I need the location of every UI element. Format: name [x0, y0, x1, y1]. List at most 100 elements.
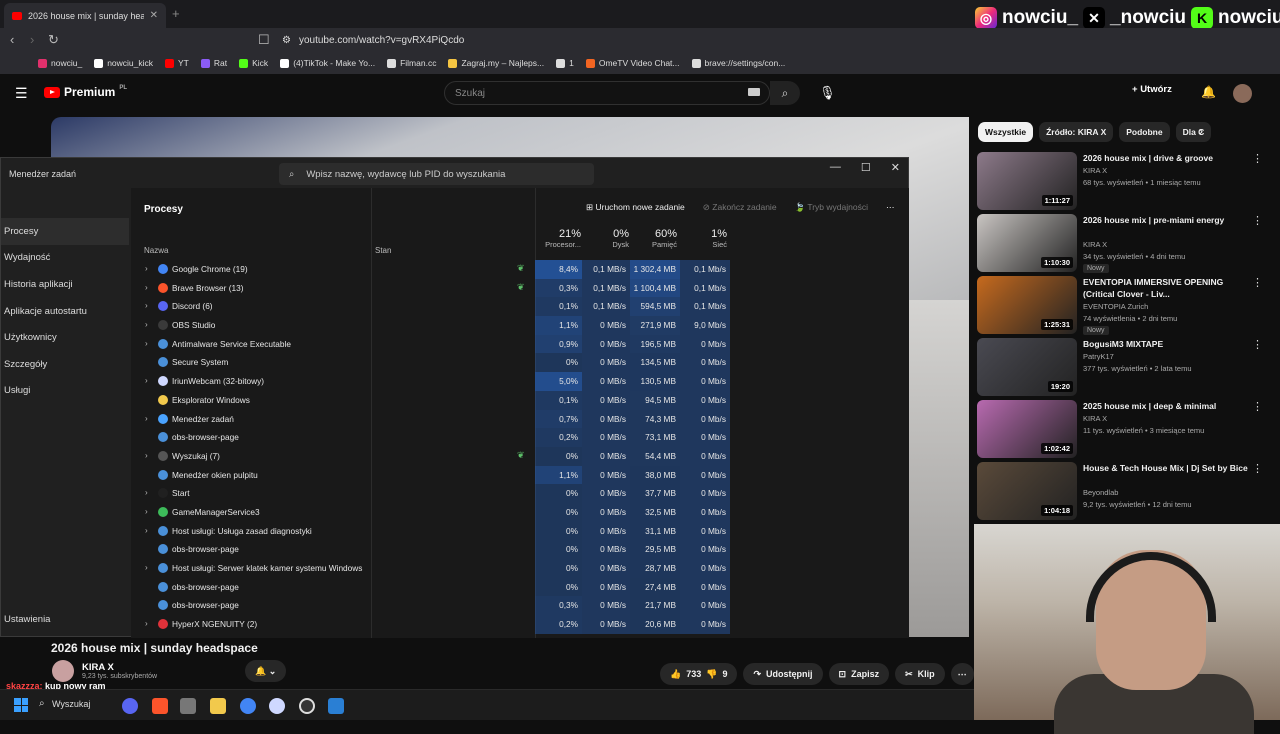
maximize-icon[interactable]: ☐ [861, 161, 871, 174]
windows-start-icon[interactable] [14, 698, 28, 712]
webcam-taskbar-icon[interactable] [269, 698, 285, 714]
process-row[interactable]: obs-browser-page 0,2% 0 MB/s 73,1 MB 0 Mb/s [131, 428, 909, 447]
bookmark-item[interactable]: nowciu_kick [94, 58, 153, 68]
notifications-icon[interactable]: 🔔 [1201, 85, 1216, 99]
nav-item[interactable]: Użytkownicy [1, 324, 129, 351]
column-disk[interactable]: 0% Dysk [583, 228, 629, 249]
like-icon[interactable]: 👍 [670, 669, 681, 680]
active-app-taskbar-icon[interactable] [328, 698, 344, 714]
menu-icon[interactable]: ☰ [15, 85, 28, 102]
bookmark-item[interactable]: OmeTV Video Chat... [585, 58, 680, 68]
process-row[interactable]: › IriunWebcam (32-bitowy) 5,0% 0 MB/s 130,5 … [131, 372, 909, 391]
recommended-video-title[interactable]: EVENTOPIA IMMERSIVE OPENING (Critical Cl… [1083, 276, 1253, 300]
efficiency-mode-button[interactable]: 🍃 Tryb wydajności [795, 202, 868, 213]
process-row[interactable]: › Host usługi: Serwer klatek kamer system… [131, 559, 909, 578]
reload-icon[interactable]: ↻ [48, 32, 59, 48]
process-row[interactable]: › Menedżer zadań 0,7% 0 MB/s 74,3 MB 0 Mb/s [131, 409, 909, 429]
recommended-video[interactable]: 1:25:31 EVENTOPIA IMMERSIVE OPENING (Crit… [977, 276, 1267, 336]
process-row[interactable]: › Wyszukaj (7) ❦ 0% 0 MB/s 54,4 MB 0 Mb/s [131, 446, 909, 466]
recommended-video-title[interactable]: 2025 house mix | deep & minimal [1083, 400, 1253, 412]
notification-bell-button[interactable]: 🔔 ⌄ [245, 660, 287, 682]
more-options-icon[interactable]: ⋮ [1252, 214, 1263, 227]
expand-chevron-icon[interactable]: › [145, 563, 148, 572]
recommended-video[interactable]: 19:20 BogusiM3 MIXTAPE PatryK17 377 tys. wy… [977, 338, 1267, 398]
filter-chip[interactable]: Źródło: KIRA X [1039, 122, 1114, 142]
channel-avatar[interactable] [52, 660, 74, 682]
share-button[interactable]: ↷ Udostępnij [743, 663, 823, 685]
expand-chevron-icon[interactable]: › [145, 283, 148, 292]
more-options-icon[interactable]: ⋮ [1252, 400, 1263, 413]
recommended-channel[interactable]: KIRA X [1083, 240, 1107, 249]
recommended-video[interactable]: 1:10:30 2026 house mix | pre-miami energy… [977, 214, 1267, 274]
process-row[interactable]: › Google Chrome (19) ❦ 8,4% 0,1 MB/s 1 302,4 … [131, 260, 909, 279]
dislike-icon[interactable]: 👎 [706, 669, 717, 680]
minimize-icon[interactable]: — [830, 161, 841, 174]
obs-taskbar-icon[interactable] [299, 698, 315, 714]
new-tab-icon[interactable]: + [172, 6, 180, 21]
expand-chevron-icon[interactable]: › [145, 619, 148, 628]
clip-button[interactable]: ✂ Klip [895, 663, 945, 685]
nav-item[interactable]: Wydajność [1, 245, 129, 272]
forward-icon[interactable]: › [30, 32, 34, 47]
more-actions-icon[interactable]: ⋯ [950, 663, 974, 685]
new-task-button[interactable]: ⊞ Uruchom nowe zadanie [586, 202, 685, 213]
recommended-channel[interactable]: KIRA X [1083, 166, 1107, 175]
end-task-button[interactable]: ⊘ Zakończ zadanie [703, 202, 777, 213]
process-row[interactable]: › Host usługi: Usługa zasad diagnostyki 0%… [131, 521, 909, 541]
explorer-taskbar-icon[interactable] [210, 698, 226, 714]
filter-chip[interactable]: Wszystkie [978, 122, 1034, 142]
youtube-search-input[interactable]: Szukaj [444, 81, 770, 105]
process-row[interactable]: Menedżer okien pulpitu 1,1% 0 MB/s 38,0 MB 0… [131, 465, 909, 485]
expand-chevron-icon[interactable]: › [145, 320, 148, 329]
brave-taskbar-icon[interactable] [152, 698, 168, 714]
column-status[interactable]: Stan [375, 246, 391, 255]
process-search-input[interactable]: ⌕ Wpisz nazwę, wydawcę lub PID do wyszuk… [279, 163, 594, 185]
channel-name[interactable]: KIRA X [82, 662, 157, 673]
process-row[interactable]: › Start 0% 0 MB/s 37,7 MB 0 Mb/s [131, 484, 909, 503]
chrome-taskbar-icon[interactable] [240, 698, 256, 714]
expand-chevron-icon[interactable]: › [145, 339, 148, 348]
more-options-icon[interactable]: ⋮ [1252, 276, 1263, 289]
recommended-channel[interactable]: PatryK17 [1083, 352, 1114, 361]
address-bar[interactable]: ⚙ youtube.com/watch?v=gvRX4PiQcdo [282, 31, 972, 49]
process-row[interactable]: › Discord (6) 0,1% 0,1 MB/s 594,5 MB 0,1 Mb/s [131, 297, 909, 317]
browser-tab[interactable]: 2026 house mix | sunday headspace ✕ [4, 3, 166, 28]
discord-taskbar-icon[interactable] [122, 698, 138, 714]
expand-chevron-icon[interactable]: › [145, 507, 148, 516]
process-row[interactable]: obs-browser-page 0% 0 MB/s 27,4 MB 0 Mb/s [131, 577, 909, 597]
filter-chip[interactable]: Dla C [1175, 122, 1212, 142]
process-row[interactable]: Secure System 0% 0 MB/s 134,5 MB 0 Mb/s [131, 353, 909, 373]
more-options-icon[interactable]: ⋮ [1252, 462, 1263, 475]
more-options-icon[interactable]: ⋮ [1252, 338, 1263, 351]
expand-chevron-icon[interactable]: › [145, 264, 148, 273]
bookmark-item[interactable]: (4)TikTok - Make Yo... [280, 58, 375, 68]
bookmark-item[interactable]: nowciu_ [38, 58, 82, 68]
bookmark-item[interactable]: Filman.cc [387, 58, 436, 68]
process-row[interactable]: › OBS Studio 1,1% 0 MB/s 271,9 MB 9,0 Mb/s [131, 316, 909, 335]
more-options-icon[interactable]: ⋯ [886, 202, 895, 213]
process-row[interactable]: › Antimalware Service Executable 0,9% 0 MB/… [131, 334, 909, 354]
recommended-video-title[interactable]: BogusiM3 MIXTAPE [1083, 338, 1253, 350]
nav-item[interactable]: Szczegóły [1, 351, 129, 378]
taskbar-search-icon[interactable]: ⌕ [39, 698, 45, 709]
recommended-channel[interactable]: Beyondlab [1083, 488, 1118, 497]
expand-chevron-icon[interactable]: › [145, 301, 148, 310]
create-button[interactable]: + Utwórz [1132, 84, 1172, 95]
search-icon[interactable]: ⌕ [770, 81, 800, 105]
microphone-icon[interactable]: 🎙 [819, 85, 836, 101]
bookmark-item[interactable]: 1 [556, 58, 574, 68]
expand-chevron-icon[interactable]: › [145, 414, 148, 423]
save-button[interactable]: ⊡ Zapisz [828, 663, 890, 685]
column-memory[interactable]: 60% Pamięć [631, 228, 677, 249]
recommended-channel[interactable]: EVENTOPIA Zurich [1083, 302, 1148, 311]
more-options-icon[interactable]: ⋮ [1252, 152, 1263, 165]
bookmark-item[interactable]: Rat [200, 58, 227, 68]
nav-item[interactable]: Usługi [1, 378, 129, 405]
nav-item[interactable]: Procesy [1, 218, 129, 245]
close-tab-icon[interactable]: ✕ [150, 10, 158, 21]
back-icon[interactable]: ‹ [10, 32, 14, 47]
bookmark-item[interactable]: brave://settings/con... [691, 58, 785, 68]
recommended-video[interactable]: 1:02:42 2025 house mix | deep & minimal KI… [977, 400, 1267, 460]
site-settings-icon[interactable]: ⚙ [282, 35, 291, 46]
column-network[interactable]: 1% Sieć [681, 228, 727, 249]
